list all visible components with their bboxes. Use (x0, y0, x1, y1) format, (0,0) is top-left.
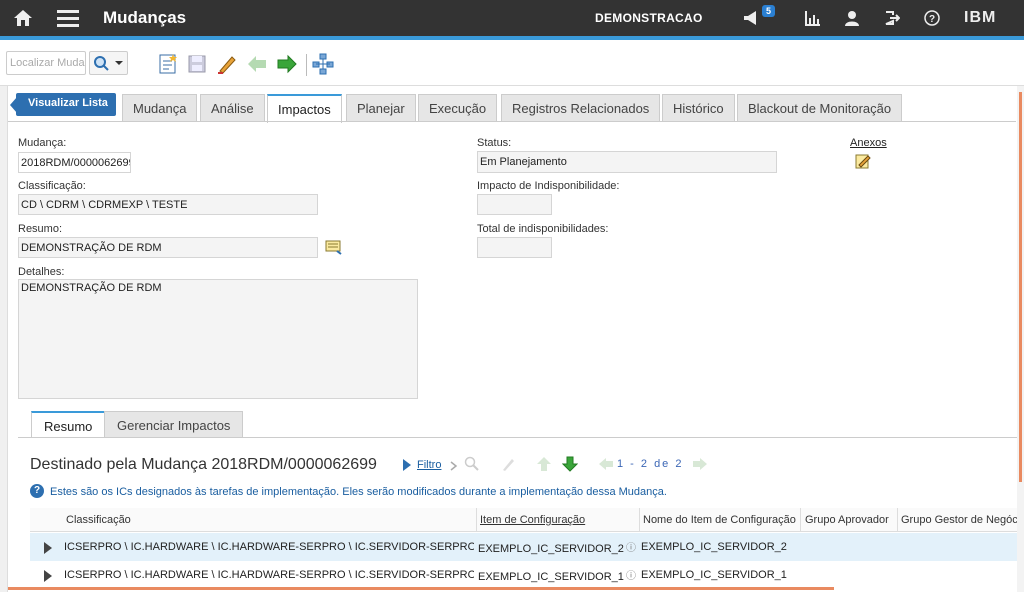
previous-arrow-icon[interactable] (246, 53, 268, 75)
tab-execucao[interactable]: Execução (418, 94, 498, 122)
tab-blackout-monitoracao[interactable]: Blackout de Monitoração (737, 94, 903, 122)
classificacao-field[interactable]: CD \ CDRM \ CDRMEXP \ TESTE (18, 194, 318, 215)
resumo-label: Resumo: (18, 223, 63, 235)
workflow-icon[interactable] (312, 53, 334, 75)
toolbar-separator (306, 54, 307, 76)
anexos-link[interactable]: Anexos (850, 137, 887, 149)
left-collapse-bar[interactable] (0, 86, 8, 592)
tab-impactos[interactable]: Impactos (267, 94, 342, 123)
previous-page-icon[interactable] (598, 457, 614, 471)
filter-arrow-icon[interactable] (401, 458, 413, 472)
clear-changes-icon[interactable] (216, 53, 238, 75)
total-label: Total de indisponibilidades: (477, 223, 609, 235)
chevron-right-icon (449, 459, 459, 471)
tab-analise[interactable]: Análise (200, 94, 265, 122)
long-description-icon[interactable] (325, 239, 347, 261)
cell-classificacao: ICSERPRO \ IC.HARDWARE \ IC.HARDWARE-SER… (64, 541, 474, 553)
table-header: Classificação Item de Configuração Nome … (30, 508, 1017, 532)
resumo-field[interactable]: DEMONSTRAÇÃO DE RDM (18, 237, 318, 258)
info-icon: ? (30, 484, 44, 498)
horizontal-scrollbar[interactable] (8, 587, 834, 590)
help-icon[interactable]: ? (921, 7, 943, 29)
clear-filter-icon[interactable] (500, 456, 516, 472)
header-grupo-aprovador[interactable]: Grupo Aprovador (805, 514, 889, 526)
visualizar-lista-button[interactable]: Visualizar Lista (10, 93, 116, 116)
mudanca-field[interactable]: 2018RDM/0000062699 (18, 152, 131, 173)
search-button[interactable] (89, 51, 128, 75)
next-arrow-icon[interactable] (276, 53, 298, 75)
scroll-thumb[interactable] (1019, 92, 1022, 482)
tab-planejar[interactable]: Planejar (346, 94, 416, 122)
profile-icon[interactable] (841, 7, 863, 29)
find-icon[interactable] (464, 456, 480, 472)
header-grupo-gestor[interactable]: Grupo Gestor de Negócio (901, 514, 1017, 526)
search-input[interactable]: Localizar Mudança (6, 51, 86, 75)
detalhes-textarea[interactable]: DEMONSTRAÇÃO DE RDM (18, 279, 418, 399)
report-icon[interactable] (802, 7, 824, 29)
menu-icon[interactable] (57, 7, 79, 29)
app-title: Mudanças (103, 8, 187, 27)
cell-item-configuracao[interactable]: EXEMPLO_IC_SERVIDOR_1 (478, 571, 624, 583)
toolbar: Localizar Mudança (0, 40, 1024, 86)
header-classificacao[interactable]: Classificação (66, 514, 131, 526)
save-icon[interactable] (186, 53, 208, 75)
search-icon (94, 56, 123, 71)
subtab-gerenciar-impactos[interactable]: Gerenciar Impactos (104, 411, 244, 438)
table-row[interactable]: ICSERPRO \ IC.HARDWARE \ IC.HARDWARE-SER… (30, 561, 1017, 589)
status-label: Status: (477, 137, 512, 149)
tab-mudanca[interactable]: Mudança (122, 94, 198, 122)
tab-divider (8, 121, 1016, 122)
total-field[interactable] (477, 237, 552, 258)
cell-nome-item: EXEMPLO_IC_SERVIDOR_1 (641, 569, 787, 581)
svg-text:?: ? (929, 14, 935, 25)
cell-nome-item: EXEMPLO_IC_SERVIDOR_2 (641, 541, 787, 553)
table-row[interactable]: ICSERPRO \ IC.HARDWARE \ IC.HARDWARE-SER… (30, 533, 1017, 561)
vertical-scrollbar[interactable] (1017, 86, 1024, 592)
subtab-resumo[interactable]: Resumo (31, 411, 106, 438)
mudanca-label: Mudança: (18, 137, 67, 149)
header-item-configuracao[interactable]: Item de Configuração (480, 514, 585, 526)
announcement-icon[interactable] (741, 7, 763, 29)
header-nome-item[interactable]: Nome do Item de Configuração (643, 514, 796, 526)
previous-row-icon[interactable] (536, 456, 552, 472)
tab-historico[interactable]: Histórico (662, 94, 735, 122)
home-icon[interactable] (12, 7, 34, 29)
attachments-icon[interactable] (854, 152, 876, 174)
impacto-field[interactable] (477, 194, 552, 215)
new-record-icon[interactable] (157, 53, 179, 75)
logout-icon[interactable] (881, 7, 903, 29)
next-page-icon[interactable] (692, 457, 708, 471)
expand-row-icon[interactable] (44, 542, 52, 554)
tab-registros-relacionados[interactable]: Registros Relacionados (501, 94, 661, 122)
user-name: DEMONSTRACAO (595, 11, 703, 25)
filter-link[interactable]: Filtro (417, 459, 441, 471)
pagination-text: 1 - 2 de 2 (617, 458, 684, 470)
ibm-logo: IBM (964, 9, 997, 26)
detalhes-label: Detalhes: (18, 266, 65, 278)
notification-badge: 5 (762, 5, 776, 17)
classificacao-label: Classificação: (18, 180, 86, 192)
info-small-icon[interactable]: ⓘ (626, 567, 636, 582)
section-title: Destinado pela Mudança 2018RDM/000006269… (30, 456, 377, 473)
cell-classificacao: ICSERPRO \ IC.HARDWARE \ IC.HARDWARE-SER… (64, 569, 474, 581)
info-small-icon[interactable]: ⓘ (626, 539, 636, 554)
top-bar: Mudanças DEMONSTRACAO 5 ? IBM (0, 0, 1024, 40)
status-field[interactable]: Em Planejamento (477, 151, 777, 173)
next-row-icon[interactable] (561, 456, 579, 472)
info-message: Estes são os ICs designados às tarefas d… (50, 486, 667, 498)
expand-row-icon[interactable] (44, 570, 52, 582)
impacto-label: Impacto de Indisponibilidade: (477, 180, 620, 192)
subtab-divider (18, 437, 1017, 438)
cell-item-configuracao[interactable]: EXEMPLO_IC_SERVIDOR_2 (478, 543, 624, 555)
